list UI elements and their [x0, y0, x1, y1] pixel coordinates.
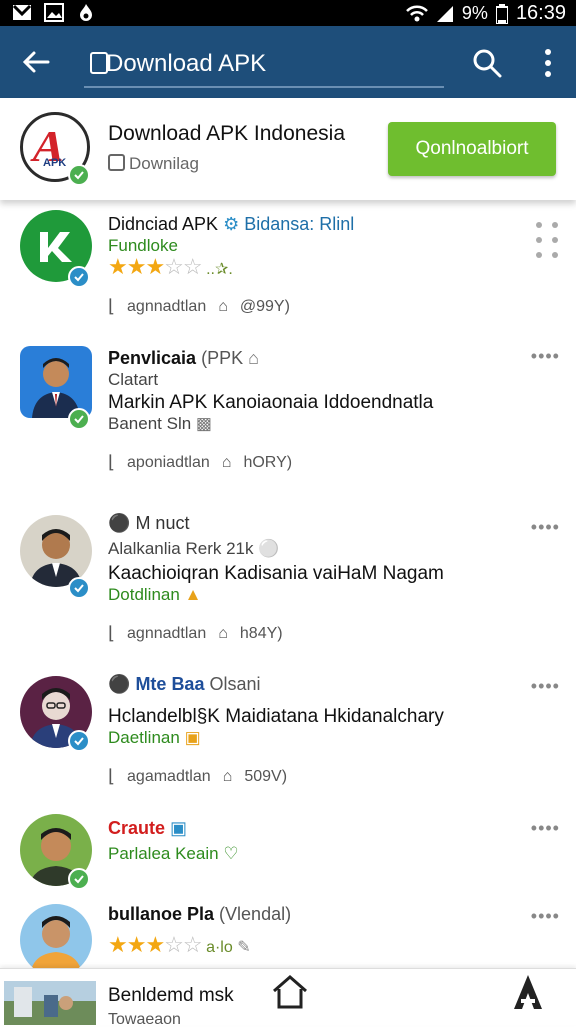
more-horiz-icon[interactable]: ••••	[531, 676, 560, 697]
item-description: Kaachioiqran Kadisania vaiHaM Nagam	[108, 563, 444, 584]
status-bar: 9% 16:39	[0, 0, 576, 26]
list-item[interactable]: ⚫ Mte Baa Olsani Hclandelbl§K Maidiatana…	[0, 658, 576, 803]
item-description: Hclandelbl§K Maidiatana Hkidanalchary	[108, 706, 444, 727]
logo-text: APK	[43, 157, 67, 169]
item-title: Craute ▣	[108, 818, 188, 838]
back-arrow-icon[interactable]	[20, 46, 52, 78]
search-icon[interactable]	[472, 48, 502, 78]
battery-icon	[495, 3, 508, 24]
verified-badge-icon	[68, 164, 90, 186]
featured-app-card: A APK Download APK Indonesia Downilag Qo…	[0, 98, 576, 200]
item-footer: ⌊ agamadtlan ⌂ 509V)	[108, 766, 288, 786]
list-item[interactable]: ⚫ M nuct Alalkanlia Rerk 21k ⚪ Kaachioiq…	[0, 487, 576, 659]
more-horiz-icon[interactable]: ••••	[531, 818, 560, 839]
bottom-item-subtitle: Towaeaon	[108, 1011, 181, 1028]
more-horiz-icon[interactable]: ••••	[531, 906, 560, 927]
item-subtitle: Fundloke	[108, 236, 178, 255]
download-button[interactable]: Qonlnoalbiort	[388, 122, 556, 176]
list-item[interactable]: bullanoe Pla (Vlendal) ★★★☆☆ a·lo ✎ ••••	[0, 890, 576, 976]
verified-badge-icon	[68, 868, 90, 890]
item-category: Clatart	[108, 370, 159, 389]
featured-app-title: Download APK Indonesia	[108, 122, 345, 145]
battery-percent: 9%	[461, 3, 488, 23]
bottom-item-title: Benldemd msk	[108, 985, 234, 1006]
featured-app-subtitle: Downilag	[108, 154, 199, 174]
flame-notification-icon	[80, 4, 92, 21]
item-meta: Dotdlinan ▲	[108, 585, 202, 604]
verified-badge-icon	[68, 408, 90, 430]
item-title: ⚫ Mte Baa Olsani	[108, 674, 261, 694]
home-small-icon: ⌂	[218, 624, 228, 642]
list-item[interactable]: Penvlicaia (PPK ⌂ Clatart Markin APK Kan…	[0, 332, 576, 488]
app-icon	[20, 346, 92, 418]
more-vert-icon[interactable]	[538, 48, 558, 78]
info-icon: ⌊	[108, 766, 116, 786]
home-small-icon: ⌂	[221, 453, 232, 471]
item-footer: ⌊ agnnadtlan ⌂ h84Y)	[108, 623, 283, 643]
item-meta: Daetlinan ▣	[108, 728, 201, 747]
verified-badge-icon	[68, 730, 90, 752]
item-title: bullanoe Pla (Vlendal)	[108, 904, 292, 924]
item-footer: ⌊ agnnadtlan ⌂ @99Y)	[108, 296, 290, 316]
verified-badge-icon	[68, 266, 90, 288]
item-meta: Banent Sln ▩	[108, 414, 212, 433]
rating-stars: ★★★☆☆ a·lo ✎	[108, 932, 251, 957]
info-icon: ⌊	[108, 452, 116, 472]
app-icon	[20, 904, 92, 976]
item-title: Didnciad APK ⚙ Bidansa: Rlinl	[108, 214, 355, 234]
thumbnail-image	[4, 981, 96, 1025]
list-item[interactable]: Didnciad APK ⚙ Bidansa: Rlinl Fundloke ★…	[0, 200, 576, 333]
image-notification-icon	[44, 3, 64, 22]
more-horiz-icon[interactable]: ••••	[531, 346, 560, 367]
more-horiz-icon[interactable]: ••••	[531, 517, 560, 538]
home-icon[interactable]	[270, 973, 310, 1011]
rating-stars: ★★★☆☆ ..✰.	[108, 254, 233, 279]
info-icon: ⌊	[108, 296, 116, 316]
item-subtitle: Parlalea Keain ♡	[108, 844, 239, 863]
clock-time: 16:39	[515, 2, 566, 24]
item-title: Penvlicaia (PPK ⌂	[108, 348, 259, 368]
item-description: Markin APK Kanoiaonaia Iddoendnatla	[108, 392, 434, 413]
search-field[interactable]: Download APK	[84, 42, 444, 88]
list-item[interactable]: Craute ▣ Parlalea Keain ♡ ••••	[0, 802, 576, 891]
apk-store-icon[interactable]	[512, 973, 544, 1011]
bottom-navigation: Benldemd msk Towaeaon	[0, 968, 576, 1028]
signal-icon	[436, 5, 453, 22]
item-footer: ⌊ aponiadtlan ⌂ hORY)	[108, 452, 293, 472]
verified-badge-icon	[68, 577, 90, 599]
home-small-icon: ⌂	[218, 297, 228, 315]
clock-icon	[108, 154, 125, 171]
gmail-notification-icon	[12, 4, 32, 20]
app-bar: Download APK	[0, 26, 576, 98]
app-icon	[20, 515, 92, 587]
drag-handle-icon[interactable]	[534, 220, 560, 260]
search-query: Download APK	[106, 50, 267, 77]
item-category: Alalkanlia Rerk 21k ⚪	[108, 539, 280, 558]
item-title: ⚫ M nuct	[108, 513, 190, 533]
wifi-icon	[406, 5, 428, 21]
info-icon: ⌊	[108, 623, 116, 643]
home-small-icon: ⌂	[222, 767, 233, 785]
